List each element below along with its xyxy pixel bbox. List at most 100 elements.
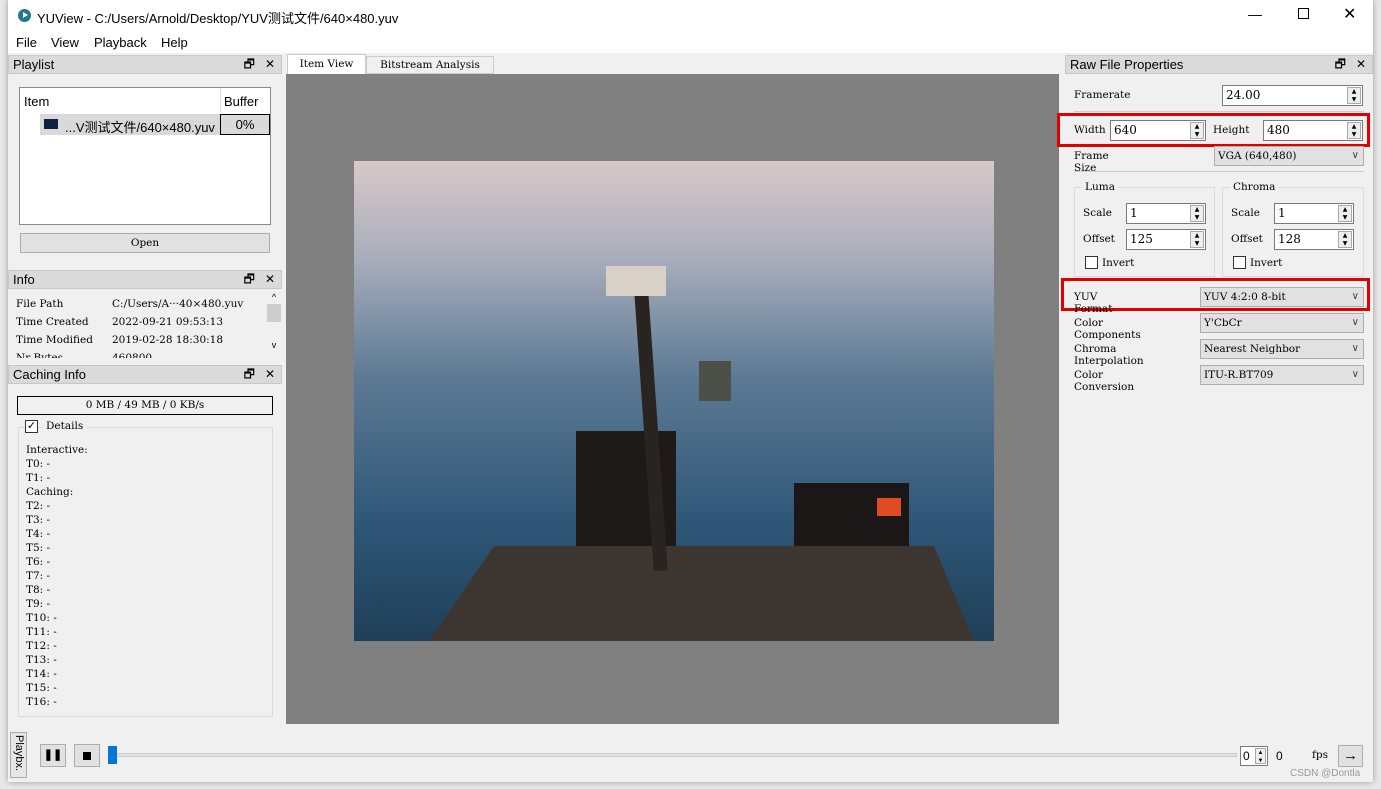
menu-help[interactable]: Help xyxy=(161,35,188,50)
width-label: Width xyxy=(1074,124,1106,136)
spin-arrows-icon[interactable]: ▲ ▼ xyxy=(1190,231,1204,248)
menu-playback[interactable]: Playback xyxy=(94,35,147,50)
cache-lines: Interactive: T0: - T1: - Caching: T2: - T3: -… xyxy=(26,443,88,709)
chevron-down-icon: ∨ xyxy=(1351,150,1359,161)
stop-button[interactable] xyxy=(74,744,100,767)
info-row: File Path C:/Users/A···40×480.yuv xyxy=(16,298,266,310)
chroma-title: Chroma xyxy=(1230,181,1279,193)
column-buffer[interactable]: Buffer xyxy=(224,94,258,109)
frame-spinbox[interactable]: 0 ▲ ▼ xyxy=(1240,746,1268,766)
spin-arrows-icon[interactable]: ▲ ▼ xyxy=(1190,122,1204,139)
spin-arrows-icon[interactable]: ▲ ▼ xyxy=(1190,205,1204,222)
frame-value: 0 xyxy=(1243,749,1250,763)
cache-line: T12: - xyxy=(26,640,57,652)
chroma-offset-spinbox[interactable]: 128 ▲ ▼ xyxy=(1274,229,1354,250)
height-value: 480 xyxy=(1267,123,1290,137)
open-button[interactable]: Open xyxy=(20,233,270,253)
float-icon[interactable]: 🗗 xyxy=(1335,57,1346,71)
spin-arrows-icon[interactable]: ▲ ▼ xyxy=(1338,205,1352,222)
info-row: Time Created 2022-09-21 09:53:13 xyxy=(16,316,266,328)
info-dock-title: Info 🗗 ✕ xyxy=(8,270,282,289)
menu-file[interactable]: File xyxy=(16,35,37,50)
cache-line: T2: - xyxy=(26,500,51,512)
height-spinbox[interactable]: 480 ▲ ▼ xyxy=(1263,120,1363,141)
props-dock-title: Raw File Properties 🗗 ✕ xyxy=(1065,55,1373,74)
cache-line: T13: - xyxy=(26,654,57,666)
pause-button[interactable]: ❚❚ xyxy=(40,744,66,767)
interp-combo[interactable]: Nearest Neighbor ∨ xyxy=(1200,339,1364,359)
details-checkbox[interactable]: ✓ xyxy=(25,420,38,433)
frame-slider-track[interactable] xyxy=(112,753,1237,757)
info-scrollbar[interactable]: ^ v xyxy=(266,292,282,358)
details-label: Details xyxy=(43,420,87,432)
cache-line: T16: - xyxy=(26,696,57,708)
spin-arrows-icon[interactable]: ▲ ▼ xyxy=(1347,87,1361,104)
chevron-down-icon: ∨ xyxy=(1351,369,1359,380)
item-view-canvas[interactable] xyxy=(286,74,1059,724)
frame-slider-handle[interactable] xyxy=(108,746,117,764)
luma-scale-spinbox[interactable]: 1 ▲ ▼ xyxy=(1126,203,1206,224)
frame-size-value: VGA (640,480) xyxy=(1218,150,1297,162)
spin-arrows-icon[interactable]: ▲ ▼ xyxy=(1255,748,1266,764)
chroma-invert-checkbox[interactable] xyxy=(1233,256,1246,269)
fps-label: fps xyxy=(1312,749,1328,761)
minimize-button[interactable]: — xyxy=(1248,6,1268,22)
conversion-value: ITU-R.BT709 xyxy=(1204,369,1274,381)
luma-title: Luma xyxy=(1082,181,1118,193)
window-title: YUView - C:/Users/Arnold/Desktop/YUV测试文件… xyxy=(37,11,399,26)
float-icon[interactable]: 🗗 xyxy=(244,272,255,286)
info-value: 2022-09-21 09:53:13 xyxy=(112,316,224,328)
luma-offset-label: Offset xyxy=(1083,233,1115,245)
height-label: Height xyxy=(1213,124,1250,136)
column-item[interactable]: Item xyxy=(24,94,49,109)
close-icon[interactable]: ✕ xyxy=(265,272,275,286)
luma-scale-label: Scale xyxy=(1083,207,1112,219)
chroma-offset-label: Offset xyxy=(1231,233,1263,245)
yuv-format-combo[interactable]: YUV 4:2:0 8-bit ∨ xyxy=(1200,287,1364,307)
cache-line: T3: - xyxy=(26,514,51,526)
frame-size-combo[interactable]: VGA (640,480) ∨ xyxy=(1214,146,1364,166)
interp-value: Nearest Neighbor xyxy=(1204,343,1301,355)
close-icon[interactable]: ✕ xyxy=(265,367,275,381)
info-title: Info xyxy=(13,272,35,287)
watermark: CSDN @Dontla xyxy=(1290,768,1361,779)
chroma-scale-spinbox[interactable]: 1 ▲ ▼ xyxy=(1274,203,1354,224)
components-combo[interactable]: Y'CbCr ∨ xyxy=(1200,313,1364,333)
tab-item-view[interactable]: Item View xyxy=(287,54,366,74)
close-icon[interactable]: ✕ xyxy=(265,57,275,71)
playlist-item[interactable]: ...V测试文件/640×480.yuv 0% xyxy=(40,114,270,135)
playback-dock-tab[interactable]: Playbx. xyxy=(10,732,27,778)
cache-line: T0: - xyxy=(26,458,51,470)
menu-view[interactable]: View xyxy=(51,35,79,50)
cache-line: T6: - xyxy=(26,556,51,568)
cache-line: T8: - xyxy=(26,584,51,596)
float-icon[interactable]: 🗗 xyxy=(244,57,255,71)
luma-offset-spinbox[interactable]: 125 ▲ ▼ xyxy=(1126,229,1206,250)
yuv-format-value: YUV 4:2:0 8-bit xyxy=(1204,291,1286,303)
width-spinbox[interactable]: 640 ▲ ▼ xyxy=(1110,120,1206,141)
playlist-tree[interactable]: Item Buffer ...V测试文件/640×480.yuv 0% xyxy=(19,87,271,225)
chroma-invert-label: Invert xyxy=(1250,257,1283,269)
float-icon[interactable]: 🗗 xyxy=(244,367,255,381)
caching-dock-title: Caching Info 🗗 ✕ xyxy=(8,365,282,384)
props-title: Raw File Properties xyxy=(1070,57,1184,72)
main-window: YUView - C:/Users/Arnold/Desktop/YUV测试文件… xyxy=(8,0,1373,782)
framerate-spinbox[interactable]: 24.00 ▲ ▼ xyxy=(1222,85,1363,106)
spin-arrows-icon[interactable]: ▲ ▼ xyxy=(1338,231,1352,248)
width-value: 640 xyxy=(1114,123,1137,137)
luma-invert-label: Invert xyxy=(1102,257,1135,269)
components-value: Y'CbCr xyxy=(1204,317,1242,329)
next-arrow-button[interactable]: → xyxy=(1338,745,1363,767)
cache-line: T9: - xyxy=(26,598,51,610)
close-icon[interactable]: ✕ xyxy=(1356,57,1366,71)
info-key: Time Created xyxy=(16,316,89,328)
info-table: File Path C:/Users/A···40×480.yuv Time Cre… xyxy=(16,292,266,358)
luma-invert-checkbox[interactable] xyxy=(1085,256,1098,269)
maximize-button[interactable] xyxy=(1298,8,1309,19)
close-button[interactable]: ✕ xyxy=(1343,4,1356,24)
frame-count: 0 xyxy=(1276,749,1283,763)
conversion-combo[interactable]: ITU-R.BT709 ∨ xyxy=(1200,365,1364,385)
play-circle-icon xyxy=(18,9,31,22)
spin-arrows-icon[interactable]: ▲ ▼ xyxy=(1347,122,1361,139)
tab-bitstream-analysis[interactable]: Bitstream Analysis xyxy=(366,56,494,74)
